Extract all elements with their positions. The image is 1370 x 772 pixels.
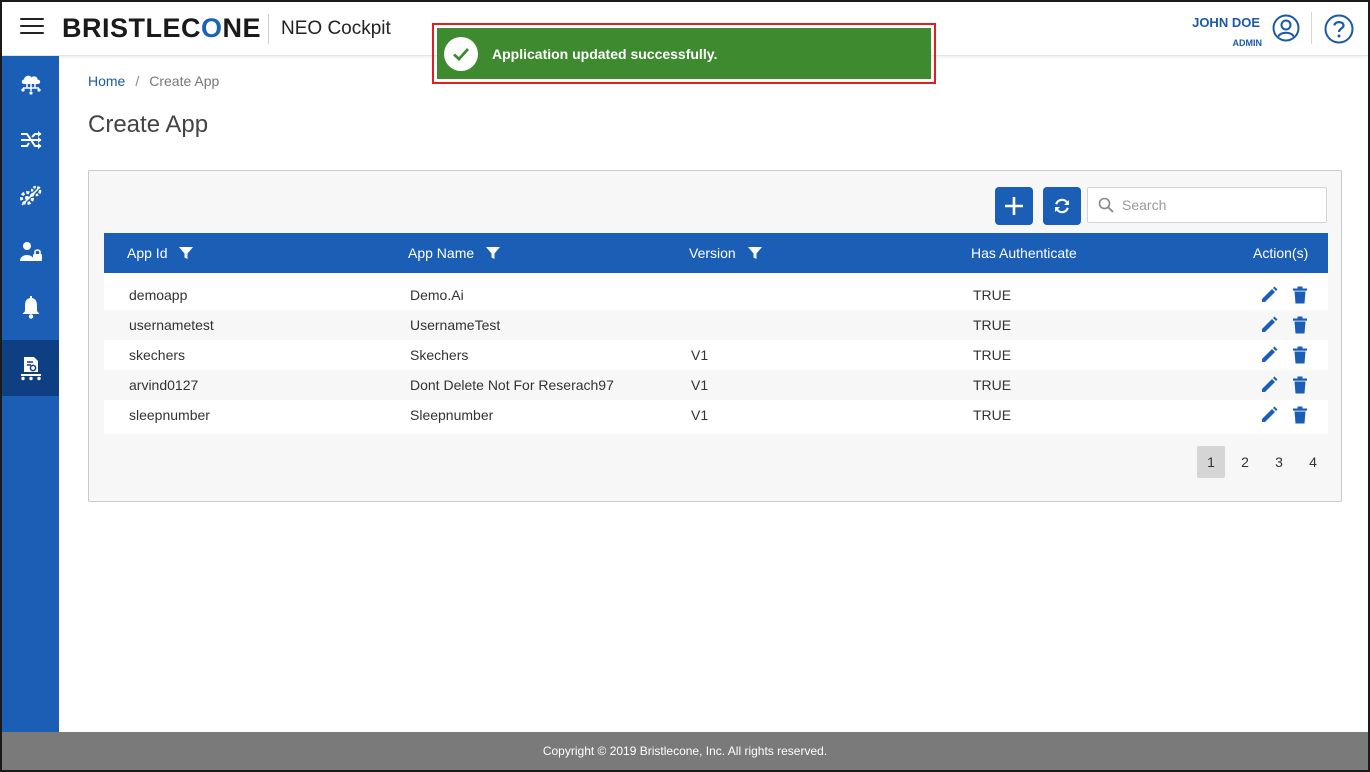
column-label-app-name: App Name xyxy=(408,245,475,261)
header-divider xyxy=(268,14,269,44)
user-lock-icon xyxy=(19,242,42,261)
footer: Copyright © 2019 Bristlecone, Inc. All r… xyxy=(2,732,1368,770)
table-row: sleepnumber Sleepnumber V1 TRUE xyxy=(104,400,1328,430)
sidebar xyxy=(2,56,59,732)
filter-icon[interactable] xyxy=(486,246,501,260)
logo-text-part: BRISTLEC xyxy=(62,13,201,43)
user-role: ADMIN xyxy=(1232,38,1263,48)
page-button-1[interactable]: 1 xyxy=(1197,446,1225,478)
add-app-button[interactable] xyxy=(995,187,1033,225)
cell-app-name: Sleepnumber xyxy=(410,407,494,423)
plus-icon xyxy=(1005,197,1023,215)
cell-version: V1 xyxy=(691,407,709,423)
page-button-4[interactable]: 4 xyxy=(1299,446,1327,478)
cell-has-authenticate: TRUE xyxy=(973,347,1012,363)
cell-version: V1 xyxy=(691,347,709,363)
user-name[interactable]: JOHN DOE xyxy=(1192,15,1260,30)
sidebar-item-user-security[interactable] xyxy=(2,224,59,280)
app-title: NEO Cockpit xyxy=(281,18,391,39)
column-label-app-id: App Id xyxy=(127,245,168,261)
page-title: Create App xyxy=(88,111,209,138)
user-avatar-icon[interactable] xyxy=(1272,14,1300,42)
filter-icon[interactable] xyxy=(747,246,762,260)
table-row: usernametest UsernameTest TRUE xyxy=(104,310,1328,340)
search-field xyxy=(1087,187,1327,223)
sidebar-item-apps[interactable] xyxy=(2,340,59,396)
header-separator xyxy=(1311,12,1312,44)
toast-message: Application updated successfully. xyxy=(492,45,718,62)
column-header-actions: Action(s) xyxy=(1253,245,1308,261)
cell-has-authenticate: TRUE xyxy=(973,407,1012,423)
edit-icon[interactable] xyxy=(1260,346,1278,364)
page-button-2[interactable]: 2 xyxy=(1231,446,1259,478)
cell-app-name: Dont Delete Not For Reserach97 xyxy=(410,377,614,393)
cell-has-authenticate: TRUE xyxy=(973,317,1012,333)
apps-table: App Id App Name Version Has Authenticate… xyxy=(104,233,1328,434)
cell-app-id: arvind0127 xyxy=(129,377,199,393)
cell-app-id: skechers xyxy=(129,347,186,363)
column-header-version: Version xyxy=(689,245,762,261)
footer-copyright: Copyright © 2019 Bristlecone, Inc. All r… xyxy=(542,744,828,758)
table-row: arvind0127 Dont Delete Not For Reserach9… xyxy=(104,370,1328,400)
table-body: demoapp Demo.Ai TRUE usernametest Userna… xyxy=(104,273,1328,434)
delete-icon[interactable] xyxy=(1291,286,1309,304)
sidebar-item-settings[interactable] xyxy=(2,168,59,224)
sidebar-item-flows[interactable] xyxy=(2,112,59,168)
column-label-actions: Action(s) xyxy=(1253,245,1309,261)
bristlecone-logo[interactable]: BRISTLECONE xyxy=(62,13,261,44)
app-frame: BRISTLECONE NEO Cockpit JOHN DOE ADMIN H… xyxy=(0,0,1370,772)
cell-has-authenticate: TRUE xyxy=(973,377,1012,393)
check-circle-icon xyxy=(444,36,478,71)
toast-highlight: Application updated successfully. xyxy=(432,23,936,84)
breadcrumb-separator: / xyxy=(135,73,140,89)
search-input[interactable] xyxy=(1122,188,1322,222)
breadcrumb-current: Create App xyxy=(149,73,220,89)
table-header: App Id App Name Version Has Authenticate… xyxy=(104,233,1328,273)
edit-icon[interactable] xyxy=(1260,316,1278,334)
pagination: 1 2 3 4 xyxy=(1191,446,1327,478)
column-header-has-authenticate: Has Authenticate xyxy=(971,245,1077,261)
refresh-icon xyxy=(1055,198,1069,214)
gears-icon xyxy=(19,185,41,206)
help-icon[interactable] xyxy=(1324,14,1354,44)
cell-app-id: usernametest xyxy=(129,317,214,333)
delete-icon[interactable] xyxy=(1291,316,1309,334)
cell-app-id: sleepnumber xyxy=(129,407,210,423)
apps-panel: App Id App Name Version Has Authenticate… xyxy=(88,170,1342,502)
success-toast[interactable]: Application updated successfully. xyxy=(437,28,931,79)
cell-app-id: demoapp xyxy=(129,287,188,303)
logo-text-part-end: NE xyxy=(222,13,262,43)
column-header-app-name: App Name xyxy=(408,245,501,261)
breadcrumb: Home / Create App xyxy=(88,73,219,89)
cell-app-name: Skechers xyxy=(410,347,469,363)
sidebar-item-cloud[interactable] xyxy=(2,56,59,112)
edit-icon[interactable] xyxy=(1260,286,1278,304)
search-icon xyxy=(1098,197,1114,213)
column-header-app-id: App Id xyxy=(127,245,194,261)
column-label-version: Version xyxy=(689,245,736,261)
bell-icon xyxy=(22,296,39,319)
edit-icon[interactable] xyxy=(1260,376,1278,394)
edit-icon[interactable] xyxy=(1260,406,1278,424)
cell-version: V1 xyxy=(691,377,709,393)
table-row: skechers Skechers V1 TRUE xyxy=(104,340,1328,370)
filter-icon[interactable] xyxy=(179,246,194,260)
sidebar-item-notifications[interactable] xyxy=(2,280,59,336)
hamburger-menu-icon[interactable] xyxy=(20,18,44,36)
delete-icon[interactable] xyxy=(1291,346,1309,364)
table-row: demoapp Demo.Ai TRUE xyxy=(104,280,1328,310)
cell-app-name: UsernameTest xyxy=(410,317,501,333)
delete-icon[interactable] xyxy=(1291,376,1309,394)
cell-has-authenticate: TRUE xyxy=(973,287,1012,303)
delete-icon[interactable] xyxy=(1291,406,1309,424)
app-conveyor-icon xyxy=(20,357,41,381)
flow-arrows-icon xyxy=(20,131,41,149)
breadcrumb-home-link[interactable]: Home xyxy=(88,73,125,89)
page-button-3[interactable]: 3 xyxy=(1265,446,1293,478)
cell-app-name: Demo.Ai xyxy=(410,287,464,303)
refresh-button[interactable] xyxy=(1043,187,1081,225)
cloud-network-icon xyxy=(20,75,41,95)
column-label-has-authenticate: Has Authenticate xyxy=(971,245,1077,261)
logo-text-o: O xyxy=(201,13,223,43)
